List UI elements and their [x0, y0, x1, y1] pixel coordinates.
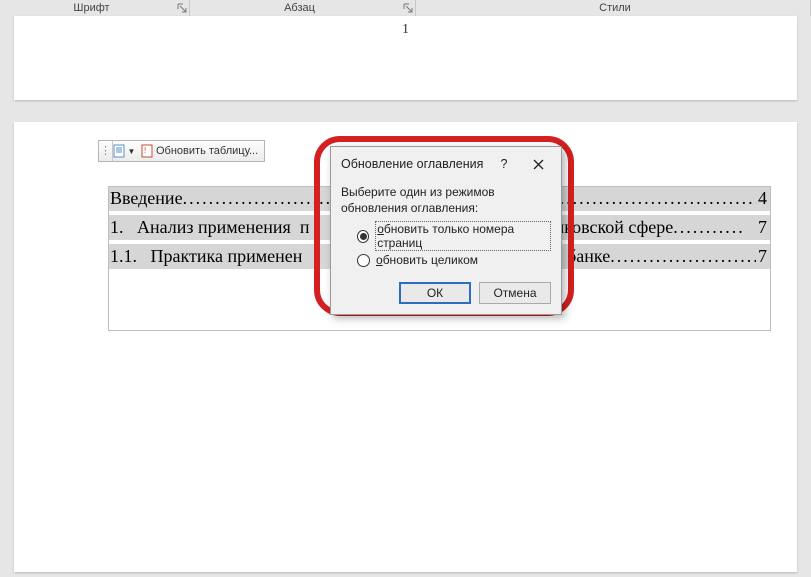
toc-drag-handle-icon[interactable]: ⋮: [99, 141, 113, 161]
ok-button[interactable]: ОК: [399, 282, 471, 304]
toc-entry-page: 7: [756, 246, 767, 267]
ribbon-group-styles: Стили: [422, 2, 808, 14]
page-icon: [113, 144, 125, 158]
radio-icon: [357, 230, 369, 243]
toc-update-button[interactable]: ! Обновить таблицу...: [135, 141, 264, 161]
radio-update-entire[interactable]: обновить целиком: [341, 252, 551, 268]
page-number: 1: [14, 22, 797, 38]
radio-update-page-numbers[interactable]: обновить только номера страниц: [341, 220, 551, 252]
toc-entry-text: 1. Анализ применения п: [110, 217, 309, 238]
document-page-top: 1: [14, 16, 797, 100]
toc-entry-text: Введение: [110, 188, 183, 209]
refresh-icon: !: [141, 144, 153, 158]
toc-field-toolbar: ⋮ ▼ ! Обновить таблицу...: [98, 140, 265, 162]
toc-entry-page: 7: [756, 217, 767, 238]
toc-leader-dots: ...........: [673, 217, 756, 238]
ribbon-group-labels: Шрифт Абзац Стили: [0, 0, 811, 16]
dialog-titlebar[interactable]: Обновление оглавления ?: [331, 147, 561, 181]
close-icon: [533, 159, 544, 170]
toc-entry-page: 4: [756, 188, 767, 209]
toc-update-label: Обновить таблицу...: [156, 145, 258, 157]
document-page-main: ⋮ ▼ ! Обновить таблицу... Введение .....…: [14, 122, 797, 572]
cancel-button[interactable]: Отмена: [479, 282, 551, 304]
help-button[interactable]: ?: [487, 153, 521, 175]
dialog-title-text: Обновление оглавления: [341, 157, 487, 171]
dialog-prompt: Выберите один из режимов обновления огла…: [341, 185, 551, 216]
toc-entry-text: 1.1. Практика применен: [110, 246, 302, 267]
update-toc-dialog: Обновление оглавления ? Выберите один из…: [330, 146, 562, 315]
toc-settings-button[interactable]: ▼: [113, 141, 135, 161]
toc-leader-dots: .........................: [610, 246, 756, 267]
close-button[interactable]: [521, 153, 555, 175]
dialog-launcher-icon[interactable]: [177, 3, 187, 13]
ribbon-group-font: Шрифт: [6, 2, 177, 14]
ribbon-group-paragraph: Абзац: [196, 2, 403, 14]
svg-text:!: !: [144, 146, 146, 155]
radio-label: обновить целиком: [376, 253, 478, 267]
dialog-launcher-icon[interactable]: [403, 3, 413, 13]
radio-icon: [357, 254, 370, 267]
radio-label: обновить только номера страниц: [375, 221, 551, 251]
